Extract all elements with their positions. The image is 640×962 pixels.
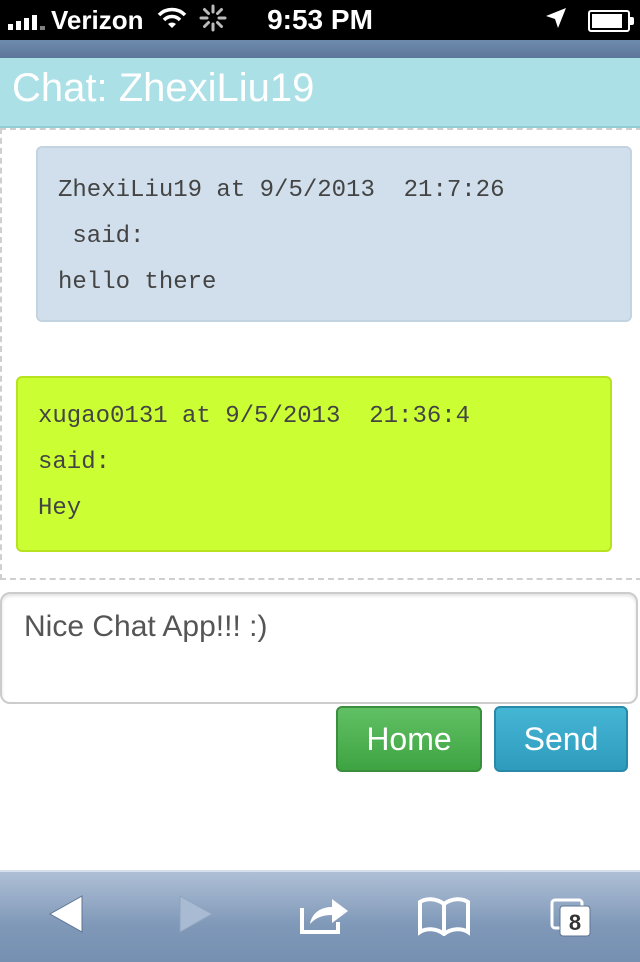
message-list[interactable]: ZhexiLiu19 at 9/5/2013 21:7:26 said: hel… <box>0 128 640 580</box>
message-header: xugao0131 at 9/5/2013 21:36:4 said: <box>38 403 471 476</box>
location-arrow-icon <box>544 6 568 35</box>
back-icon[interactable] <box>46 892 86 941</box>
send-button[interactable]: Send <box>494 706 628 772</box>
browser-top-strip <box>0 40 640 58</box>
page-title: Chat: ZhexiLiu19 <box>12 66 315 110</box>
tabs-icon[interactable]: 8 <box>548 898 596 945</box>
battery-icon <box>588 9 634 32</box>
tabs-count: 8 <box>569 910 581 935</box>
message-text: Hey <box>38 495 82 522</box>
status-bar: Verizon 9:53 PM <box>0 0 640 40</box>
chat-header: Chat: ZhexiLiu19 <box>0 58 640 128</box>
message-input[interactable]: Nice Chat App!!! :) <box>0 592 638 704</box>
message-item: ZhexiLiu19 at 9/5/2013 21:7:26 said: hel… <box>36 146 632 322</box>
message-item: xugao0131 at 9/5/2013 21:36:4 said: Hey <box>16 376 612 552</box>
browser-toolbar: 8 <box>0 870 640 962</box>
share-icon[interactable] <box>298 894 352 941</box>
home-button[interactable]: Home <box>336 706 482 772</box>
message-text: hello there <box>58 269 217 296</box>
forward-icon[interactable] <box>176 892 216 941</box>
bookmarks-icon[interactable] <box>418 896 470 941</box>
message-header: ZhexiLiu19 at 9/5/2013 21:7:26 said: <box>58 177 505 250</box>
